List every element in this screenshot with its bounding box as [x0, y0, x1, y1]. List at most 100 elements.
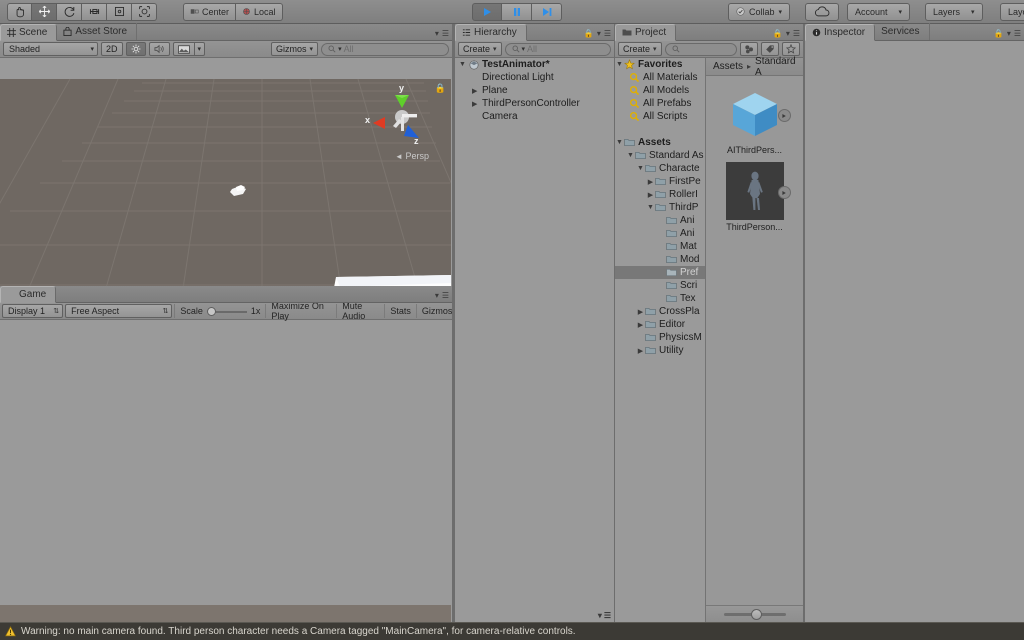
hand-tool-button[interactable] — [7, 2, 32, 21]
hierarchy-scene-row[interactable]: ▼ TestAnimator* ▾ ☰ — [455, 58, 614, 620]
hierarchy-item-thirdpersoncontroller[interactable]: ▶ ThirdPersonController — [455, 97, 614, 110]
chevron-down-icon[interactable]: ▼ — [459, 61, 469, 68]
project-tree[interactable]: ▼ Favorites All Materials All Models All… — [615, 58, 705, 622]
project-asset-browser[interactable]: Assets ▸ Standard A AIThirdPers... Third… — [705, 56, 803, 622]
project-tree-item-models[interactable]: Mod — [615, 253, 705, 266]
shape-filter-icon[interactable] — [740, 42, 758, 56]
toggle-2d-button[interactable]: 2D — [101, 42, 123, 56]
scale-tool-button[interactable] — [82, 2, 107, 21]
lock-icon[interactable]: 🔒 — [584, 30, 594, 38]
rect-tool-button[interactable] — [107, 2, 132, 21]
tab-scene[interactable]: Scene — [0, 24, 58, 41]
breadcrumb-standard-assets[interactable]: Standard A — [755, 56, 796, 78]
chevron-right-icon[interactable]: ▶ — [646, 191, 655, 199]
project-create-button[interactable]: Create ▾ — [618, 42, 662, 56]
project-tree-item-assets[interactable]: ▼ Assets — [615, 136, 705, 149]
asset-size-slider[interactable] — [706, 605, 803, 622]
hierarchy-item-camera[interactable]: Camera — [455, 110, 614, 123]
draw-mode-dropdown[interactable]: Shaded ▾ — [3, 42, 98, 56]
asset-submenu-icon[interactable] — [777, 109, 791, 122]
inspector-tab-menu[interactable]: 🔒 ▾ ☰ — [994, 30, 1021, 38]
star-filter-icon[interactable] — [782, 42, 800, 56]
pause-button[interactable] — [502, 2, 532, 21]
game-tab-menu[interactable]: ▾ ☰ — [435, 292, 449, 300]
project-tree-item-standard-assets[interactable]: ▼ Standard As — [615, 149, 705, 162]
collab-button[interactable]: Collab ▾ — [728, 2, 791, 21]
project-tree-item-all-materials[interactable]: All Materials — [615, 71, 705, 84]
label-filter-icon[interactable] — [761, 42, 779, 56]
project-tree-item-physicsmaterials[interactable]: PhysicsM — [615, 331, 705, 344]
scene-fx-dropdown[interactable]: ▾ — [194, 42, 206, 56]
maximize-on-play-button[interactable]: Maximize On Play — [265, 301, 336, 321]
lock-icon[interactable]: 🔒 — [435, 83, 446, 94]
project-tree-item-textures[interactable]: Tex — [615, 292, 705, 305]
rotate-tool-button[interactable] — [57, 2, 82, 21]
project-tree-item-rollerball[interactable]: ▶ RollerI — [615, 188, 705, 201]
account-dropdown[interactable]: Account ▾ — [847, 2, 911, 21]
asset-size-knob[interactable] — [750, 608, 762, 620]
scene-viewport[interactable]: y x z ◄ Persp 🔒 — [0, 79, 451, 309]
project-tree-item-all-prefabs[interactable]: All Prefabs — [615, 97, 705, 110]
game-gizmos-button[interactable]: Gizmos — [415, 304, 452, 318]
breadcrumb-assets[interactable]: Assets — [713, 61, 743, 72]
project-tree-item-materials[interactable]: Mat — [615, 240, 705, 253]
chevron-down-icon[interactable]: ▼ — [646, 204, 655, 211]
transform-tool-button[interactable] — [132, 2, 157, 21]
project-tree-item-thirdperson[interactable]: ▼ ThirdP — [615, 201, 705, 214]
play-button[interactable] — [472, 2, 502, 21]
inspector-body[interactable] — [805, 41, 1024, 622]
project-tree-item-crossplatform[interactable]: ▶ CrossPla — [615, 305, 705, 318]
scene-lighting-button[interactable] — [125, 42, 146, 56]
chevron-right-icon[interactable]: ▶ — [636, 321, 645, 329]
chevron-right-icon[interactable]: ▶ — [636, 347, 645, 355]
layers-dropdown[interactable]: Layers ▾ — [925, 2, 983, 21]
hierarchy-tab-menu[interactable]: 🔒 ▾ ☰ — [584, 30, 611, 38]
chevron-down-icon[interactable]: ▼ — [626, 152, 635, 159]
mute-audio-button[interactable]: Mute Audio — [336, 301, 384, 321]
tab-hierarchy[interactable]: Hierarchy — [455, 24, 527, 41]
project-tree-item-utility[interactable]: ▶ Utility — [615, 344, 705, 357]
stats-button[interactable]: Stats — [384, 304, 416, 318]
tab-services[interactable]: Services — [875, 23, 930, 40]
project-tree-item-characters[interactable]: ▼ Characte — [615, 162, 705, 175]
project-tree-item-scripts[interactable]: Scri — [615, 279, 705, 292]
tab-inspector[interactable]: Inspector — [805, 24, 876, 41]
hierarchy-tree[interactable]: ▼ TestAnimator* ▾ ☰ Directional Light ▶ … — [455, 58, 614, 622]
tab-asset-store[interactable]: Asset Store — [57, 23, 138, 40]
scale-slider-group[interactable]: Scale 1x — [174, 304, 265, 318]
lock-icon[interactable]: 🔒 — [773, 30, 783, 38]
scene-fx-button[interactable] — [172, 42, 195, 56]
scale-slider[interactable] — [206, 306, 247, 316]
hierarchy-item-plane[interactable]: ▶ Plane — [455, 84, 614, 97]
gizmos-dropdown[interactable]: Gizmos ▾ — [271, 42, 319, 56]
scale-slider-knob[interactable] — [206, 306, 216, 316]
scene-audio-button[interactable] — [148, 42, 170, 56]
project-tree-item-favorites[interactable]: ▼ Favorites — [615, 58, 705, 71]
hierarchy-item-directional-light[interactable]: Directional Light — [455, 71, 614, 84]
space-mode-button[interactable]: Local — [236, 2, 283, 21]
project-tab-menu[interactable]: 🔒 ▾ ☰ — [773, 30, 800, 38]
pivot-mode-button[interactable]: Center — [183, 2, 237, 21]
lock-icon[interactable]: 🔒 — [994, 30, 1004, 38]
hierarchy-search-input[interactable]: ▾ All — [504, 42, 611, 56]
chevron-right-icon[interactable]: ▶ — [646, 178, 655, 186]
project-tree-item-all-models[interactable]: All Models — [615, 84, 705, 97]
asset-item-thirdperson[interactable]: ThirdPerson... — [706, 162, 803, 232]
chevron-right-icon[interactable]: ▶ — [472, 87, 482, 95]
project-tree-item-prefabs[interactable]: Pref — [615, 266, 705, 279]
project-tree-item-all-scripts[interactable]: All Scripts — [615, 110, 705, 123]
hierarchy-scene-menu[interactable]: ▾ ☰ — [598, 612, 611, 620]
asset-submenu-icon[interactable] — [777, 186, 791, 199]
project-search-input[interactable] — [664, 42, 737, 56]
chevron-down-icon[interactable]: ▼ — [615, 139, 624, 146]
chevron-down-icon[interactable]: ▼ — [615, 61, 624, 68]
status-bar[interactable]: Warning: no main camera found. Third per… — [0, 622, 1024, 640]
scene-tab-menu[interactable]: ▾ ☰ — [435, 30, 449, 38]
step-button[interactable] — [532, 2, 562, 21]
project-tree-item-animator[interactable]: Ani — [615, 227, 705, 240]
layout-dropdown[interactable]: Layout ▾ — [1000, 2, 1024, 21]
project-tree-item-animation[interactable]: Ani — [615, 214, 705, 227]
project-tree-item-editor[interactable]: ▶ Editor — [615, 318, 705, 331]
asset-size-track[interactable] — [723, 608, 786, 620]
chevron-right-icon[interactable]: ▶ — [472, 100, 482, 108]
